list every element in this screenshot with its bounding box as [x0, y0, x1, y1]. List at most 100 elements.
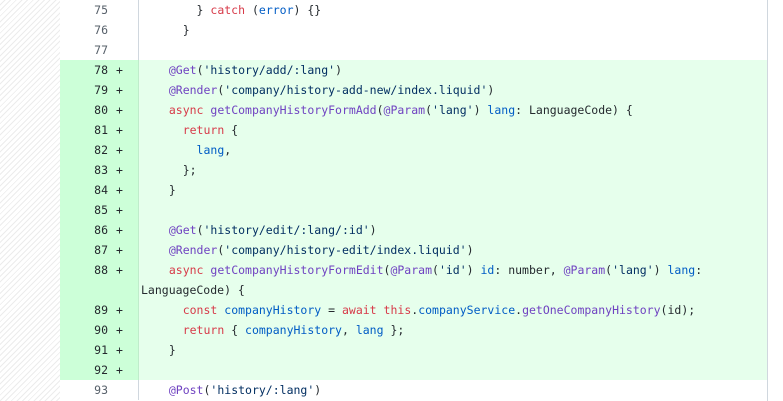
diff-line[interactable]: 89 + const companyHistory = await this.co…: [60, 300, 767, 320]
code-token: (: [432, 263, 439, 277]
diff-line[interactable]: 75 } catch (error) {}: [60, 0, 767, 20]
diff-sign: +: [116, 183, 123, 197]
line-gutter[interactable]: 76: [60, 20, 139, 40]
diff-line[interactable]: 79 + @Render('company/history-add-new/ind…: [60, 80, 767, 100]
line-number[interactable]: 78: [84, 60, 108, 80]
diff-line[interactable]: 81 + return {: [60, 120, 767, 140]
diff-sign: +: [116, 323, 123, 337]
code-text: } catch (error) {}: [139, 0, 767, 20]
code-token: const: [182, 303, 218, 317]
code-token: id: [480, 263, 495, 277]
line-gutter[interactable]: 83 +: [60, 160, 139, 180]
diff-line[interactable]: 80 + async getCompanyHistoryFormAdd(@Para…: [60, 100, 767, 120]
line-number[interactable]: 76: [84, 20, 108, 40]
line-number[interactable]: 89: [84, 300, 108, 320]
diff-line[interactable]: 84 + }: [60, 180, 767, 200]
diff-sign: +: [116, 303, 123, 317]
line-number[interactable]: 80: [84, 100, 108, 120]
diff-line[interactable]: 85 +: [60, 200, 767, 220]
code-token: }: [155, 23, 190, 37]
diff-line[interactable]: 92 +: [60, 360, 767, 380]
line-number[interactable]: 75: [84, 0, 108, 20]
line-number[interactable]: 79: [84, 80, 108, 100]
code-text: }: [139, 180, 767, 200]
code-token: 'lang': [612, 263, 654, 277]
line-number[interactable]: 85: [84, 200, 108, 220]
line-gutter[interactable]: 89 +: [60, 300, 139, 320]
code-text: @Render('company/history-add-new/index.l…: [139, 80, 767, 100]
code-token: 'company/history-edit/index.liquid': [224, 243, 467, 257]
line-number[interactable]: 84: [84, 180, 108, 200]
code-token: async: [168, 103, 204, 117]
code-text: async getCompanyHistoryFormEdit(@Param('…: [139, 260, 767, 300]
code-line-segment: }: [155, 180, 759, 200]
line-number[interactable]: 87: [84, 240, 108, 260]
line-number[interactable]: 92: [84, 360, 108, 380]
line-gutter[interactable]: 91 +: [60, 340, 139, 360]
code-token: ): [473, 103, 488, 117]
scrollbar-track[interactable]: [768, 0, 783, 401]
code-line-segment: async getCompanyHistoryFormAdd(@Param('l…: [155, 100, 759, 120]
diff-line[interactable]: 76 }: [60, 20, 767, 40]
code-token: @Param: [383, 103, 426, 117]
diff-line[interactable]: 93 @Post('history/:lang'): [60, 380, 767, 400]
line-gutter[interactable]: 85 +: [60, 200, 139, 220]
line-gutter[interactable]: 81 +: [60, 120, 139, 140]
line-gutter[interactable]: 90 +: [60, 320, 139, 340]
diff-line[interactable]: 83 + };: [60, 160, 767, 180]
line-gutter[interactable]: 77: [60, 40, 139, 60]
line-number[interactable]: 86: [84, 220, 108, 240]
line-gutter[interactable]: 82 +: [60, 140, 139, 160]
line-number[interactable]: 93: [84, 380, 108, 400]
code-token: lang: [487, 103, 516, 117]
diff-hunk-spacer: [0, 0, 61, 401]
line-gutter[interactable]: 93: [60, 380, 139, 400]
line-number[interactable]: 82: [84, 140, 108, 160]
diff-line[interactable]: 90 + return { companyHistory, lang };: [60, 320, 767, 340]
code-line-segment: };: [155, 160, 759, 180]
code-token: return: [182, 123, 225, 137]
diff-line[interactable]: 88 + async getCompanyHistoryFormEdit(@Par…: [60, 260, 767, 300]
line-number[interactable]: 88: [84, 260, 108, 280]
diff-line[interactable]: 87 + @Render('company/history-edit/index.…: [60, 240, 767, 260]
code-token: 'lang': [432, 103, 474, 117]
line-gutter[interactable]: 87 +: [60, 240, 139, 260]
line-gutter[interactable]: 84 +: [60, 180, 139, 200]
code-token: getCompanyHistoryFormAdd: [210, 103, 377, 117]
diff-line[interactable]: 77: [60, 40, 767, 60]
diff-line[interactable]: 82 + lang,: [60, 140, 767, 160]
line-gutter[interactable]: 86 +: [60, 220, 139, 240]
line-number[interactable]: 90: [84, 320, 108, 340]
diff-line[interactable]: 78 + @Get('history/add/:lang'): [60, 60, 767, 80]
line-gutter[interactable]: 78 +: [60, 60, 139, 80]
code-line-segment: @Render('company/history-edit/index.liqu…: [155, 240, 759, 260]
line-gutter[interactable]: 75: [60, 0, 139, 20]
code-token: ): [653, 263, 668, 277]
code-token: 'company/history-add-new/index.liquid': [224, 83, 488, 97]
diff-sign: +: [116, 83, 123, 97]
code-token: }: [155, 183, 176, 197]
line-gutter[interactable]: 79 +: [60, 80, 139, 100]
diff-sign: +: [116, 363, 123, 377]
code-token: (: [376, 103, 384, 117]
diff-line[interactable]: 86 + @Get('history/edit/:lang/:id'): [60, 220, 767, 240]
line-number[interactable]: 81: [84, 120, 108, 140]
code-line-segment: return {: [155, 120, 759, 140]
line-gutter[interactable]: 80 +: [60, 100, 139, 120]
code-token: companyService: [418, 303, 516, 317]
code-token: ): [466, 263, 481, 277]
code-token: (id);: [660, 303, 696, 317]
diff-line[interactable]: 91 + }: [60, 340, 767, 360]
code-token: 'history/:lang': [210, 383, 315, 397]
line-number[interactable]: 77: [84, 40, 108, 60]
line-number[interactable]: 83: [84, 160, 108, 180]
line-gutter[interactable]: 88 +: [60, 260, 139, 300]
code-token: lang: [196, 143, 225, 157]
line-number[interactable]: 91: [84, 340, 108, 360]
code-line-segment: }: [155, 20, 759, 40]
line-gutter[interactable]: 92 +: [60, 360, 139, 380]
